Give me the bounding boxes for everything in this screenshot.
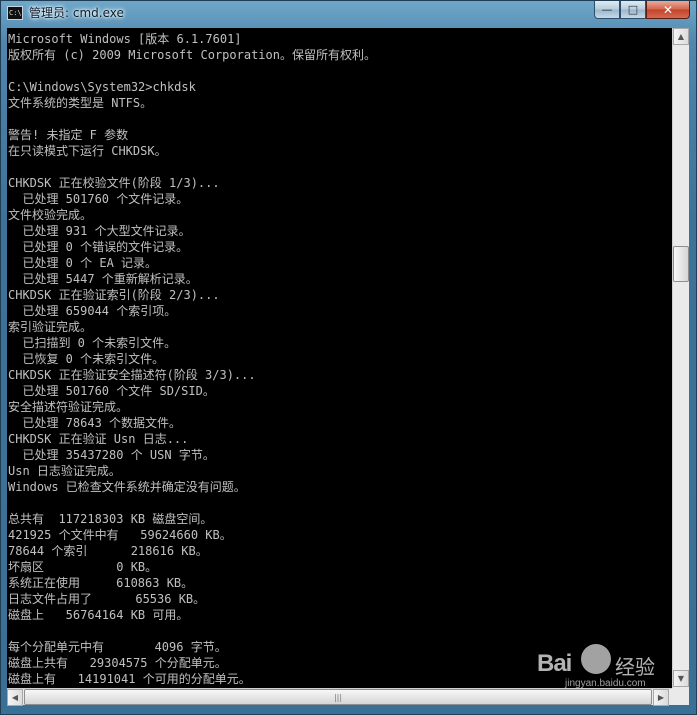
console-line: 已处理 35437280 个 USN 字节。 — [8, 448, 215, 462]
console-line: 已扫描到 0 个未索引文件。 — [8, 336, 177, 350]
minimize-button[interactable]: — — [594, 1, 620, 19]
resize-grip[interactable] — [672, 688, 689, 705]
console-line: CHKDSK 正在验证 Usn 日志... — [8, 432, 189, 446]
console-line: 索引验证完成。 — [8, 320, 93, 334]
horizontal-scroll-thumb[interactable]: ||| — [24, 689, 652, 705]
console-line: 安全描述符验证完成。 — [8, 400, 129, 414]
scroll-down-arrow-icon[interactable]: ▼ — [673, 670, 689, 687]
console-line: 磁盘上 56764164 KB 可用。 — [8, 608, 189, 622]
console-line: 已处理 659044 个索引项。 — [8, 304, 177, 318]
console-line: 已处理 5447 个重新解析记录。 — [8, 272, 198, 286]
console-line: 已处理 78643 个数据文件。 — [8, 416, 182, 430]
title-bar[interactable]: C:\ 管理员: cmd.exe — □ ✕ — [1, 1, 696, 27]
console-line: 已处理 501760 个文件 SD/SID。 — [8, 384, 215, 398]
console-line: 日志文件占用了 65536 KB。 — [8, 592, 206, 606]
maximize-button[interactable]: □ — [620, 1, 646, 19]
window-title: 管理员: cmd.exe — [29, 6, 124, 20]
console-line: CHKDSK 正在验证安全描述符(阶段 3/3)... — [8, 368, 256, 382]
caption-buttons: — □ ✕ — [594, 1, 690, 21]
console-line: Windows 已检查文件系统并确定没有问题。 — [8, 480, 246, 494]
console-line: 磁盘上有 14191041 个可用的分配单元。 — [8, 672, 251, 686]
horizontal-scrollbar[interactable]: ◀ ||| ▶ — [7, 688, 672, 706]
console-line: 在只读模式下运行 CHKDSK。 — [8, 144, 167, 158]
scroll-left-arrow-icon[interactable]: ◀ — [7, 689, 23, 706]
console-line: CHKDSK 正在验证索引(阶段 2/3)... — [8, 288, 220, 302]
console-line: 每个分配单元中有 4096 字节。 — [8, 640, 227, 654]
console-line: 警告! 未指定 F 参数 — [8, 128, 129, 142]
console-line: Usn 日志验证完成。 — [8, 464, 121, 478]
console-line: Microsoft Windows [版本 6.1.7601] — [8, 32, 242, 46]
scroll-up-arrow-icon[interactable]: ▲ — [673, 28, 689, 45]
console-line: 文件系统的类型是 NTFS。 — [8, 96, 153, 110]
console-line: 系统正在使用 610863 KB。 — [8, 576, 194, 590]
console-line: CHKDSK 正在校验文件(阶段 1/3)... — [8, 176, 220, 190]
console-line: 版权所有 (c) 2009 Microsoft Corporation。保留所有… — [8, 48, 376, 62]
console-line: 78644 个索引 218616 KB。 — [8, 544, 208, 558]
vertical-scrollbar[interactable]: ▲ ▼ — [672, 28, 689, 688]
console-line: 坏扇区 0 KB。 — [8, 560, 158, 574]
console-line: 磁盘上共有 29304575 个分配单元。 — [8, 656, 227, 670]
console-line: 已处理 0 个 EA 记录。 — [8, 256, 158, 270]
console-line: C:\Windows\System32>chkdsk — [8, 80, 196, 94]
scroll-right-arrow-icon[interactable]: ▶ — [653, 689, 669, 706]
cmd-app-icon[interactable]: C:\ — [7, 6, 23, 20]
console-line: 总共有 117218303 KB 磁盘空间。 — [8, 512, 213, 526]
console-line: 已处理 931 个大型文件记录。 — [8, 224, 191, 238]
console-line: 已处理 0 个错误的文件记录。 — [8, 240, 189, 254]
console-output[interactable]: Microsoft Windows [版本 6.1.7601] 版权所有 (c) … — [7, 28, 672, 688]
console-line: 已恢复 0 个未索引文件。 — [8, 352, 165, 366]
console-line: 文件校验完成。 — [8, 208, 93, 222]
console-line: 421925 个文件中有 59624660 KB。 — [8, 528, 232, 542]
cmd-window: C:\ 管理员: cmd.exe — □ ✕ Microsoft Windows… — [0, 0, 697, 715]
close-button[interactable]: ✕ — [646, 1, 690, 19]
console-line: 已处理 501760 个文件记录。 — [8, 192, 189, 206]
vertical-scroll-thumb[interactable] — [673, 246, 689, 282]
